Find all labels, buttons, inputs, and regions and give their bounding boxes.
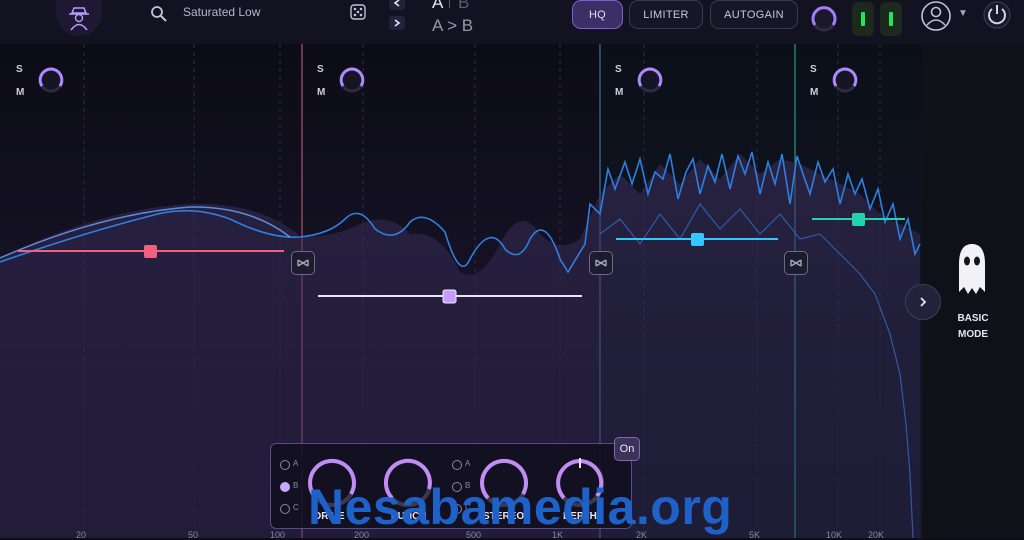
limiter-button[interactable]: LIMITER bbox=[629, 0, 703, 29]
crossover-link-icon[interactable] bbox=[784, 251, 808, 275]
freq-tick: 20K bbox=[868, 530, 885, 540]
previous-preset-button[interactable] bbox=[389, 0, 405, 10]
band1-solo-button[interactable]: S bbox=[16, 64, 23, 75]
expand-panel-button[interactable] bbox=[905, 284, 941, 320]
dice-icon[interactable] bbox=[350, 4, 366, 20]
search-icon[interactable] bbox=[150, 5, 168, 23]
ab-slot-a[interactable]: A bbox=[432, 0, 443, 13]
freq-tick: 10K bbox=[826, 530, 843, 540]
freq-tick: 20 bbox=[76, 530, 87, 540]
band3-gain-handle[interactable] bbox=[691, 233, 704, 246]
power-icon[interactable] bbox=[982, 0, 1012, 30]
band1-gain-handle[interactable] bbox=[144, 245, 157, 258]
band1-mute-button[interactable]: M bbox=[16, 87, 24, 98]
saturation-on-button[interactable]: On bbox=[614, 437, 640, 461]
watermark-text: Nesabamedia.org bbox=[308, 479, 733, 535]
band3-solo-button[interactable]: S bbox=[615, 64, 622, 75]
mode-radio-b-label: B bbox=[293, 481, 299, 490]
hq-button[interactable]: HQ bbox=[572, 0, 623, 29]
basic-mode-button[interactable]: BASIC MODE bbox=[944, 311, 1002, 343]
preset-name[interactable]: Saturated Low bbox=[183, 5, 260, 19]
crossover-link-icon[interactable] bbox=[291, 251, 315, 275]
band2-gain-handle[interactable] bbox=[442, 289, 457, 304]
chevron-right-icon bbox=[920, 297, 927, 307]
next-preset-button[interactable] bbox=[389, 16, 405, 30]
autogain-button[interactable]: AUTOGAIN bbox=[710, 0, 798, 29]
freq-tick: 50 bbox=[188, 530, 199, 540]
output-meter-right bbox=[880, 2, 902, 36]
top-toolbar: Saturated Low A B A > B HQ LIMITER AUTOG… bbox=[0, 0, 1024, 45]
band4-mute-button[interactable]: M bbox=[810, 87, 818, 98]
mode2-radio-a[interactable] bbox=[452, 460, 462, 470]
band2-knob[interactable] bbox=[338, 66, 366, 94]
mode-radio-b[interactable] bbox=[280, 482, 290, 492]
freq-tick: 100 bbox=[270, 530, 286, 540]
chevron-down-icon[interactable]: ▼ bbox=[958, 8, 968, 19]
chevron-right-icon bbox=[394, 19, 401, 27]
chevron-left-icon bbox=[393, 0, 400, 7]
band1-knob[interactable] bbox=[37, 66, 65, 94]
mode-radio-a[interactable] bbox=[280, 460, 290, 470]
output-meter-left bbox=[852, 2, 874, 36]
ab-slot-b[interactable]: B bbox=[458, 0, 469, 13]
crossover-link-icon[interactable] bbox=[589, 251, 613, 275]
mode-radio-a-label: A bbox=[293, 459, 299, 468]
freq-tick: 5K bbox=[749, 530, 761, 540]
mode-radio-c[interactable] bbox=[280, 504, 290, 514]
band4-solo-button[interactable]: S bbox=[810, 64, 817, 75]
band2-mute-button[interactable]: M bbox=[317, 87, 325, 98]
ghost-icon[interactable] bbox=[956, 242, 988, 298]
ab-divider bbox=[449, 0, 450, 8]
mode-radio-c-label: C bbox=[293, 503, 299, 512]
spy-agent-icon[interactable] bbox=[56, 0, 102, 36]
output-gain-knob[interactable] bbox=[810, 5, 838, 33]
band4-knob[interactable] bbox=[831, 66, 859, 94]
mode2-radio-a-label: A bbox=[465, 459, 471, 468]
user-icon[interactable] bbox=[920, 0, 952, 32]
ab-copy-button[interactable]: A > B bbox=[432, 16, 473, 36]
band3-mute-button[interactable]: M bbox=[615, 87, 623, 98]
band3-knob[interactable] bbox=[636, 66, 664, 94]
band4-gain-handle[interactable] bbox=[852, 213, 865, 226]
band2-solo-button[interactable]: S bbox=[317, 64, 324, 75]
